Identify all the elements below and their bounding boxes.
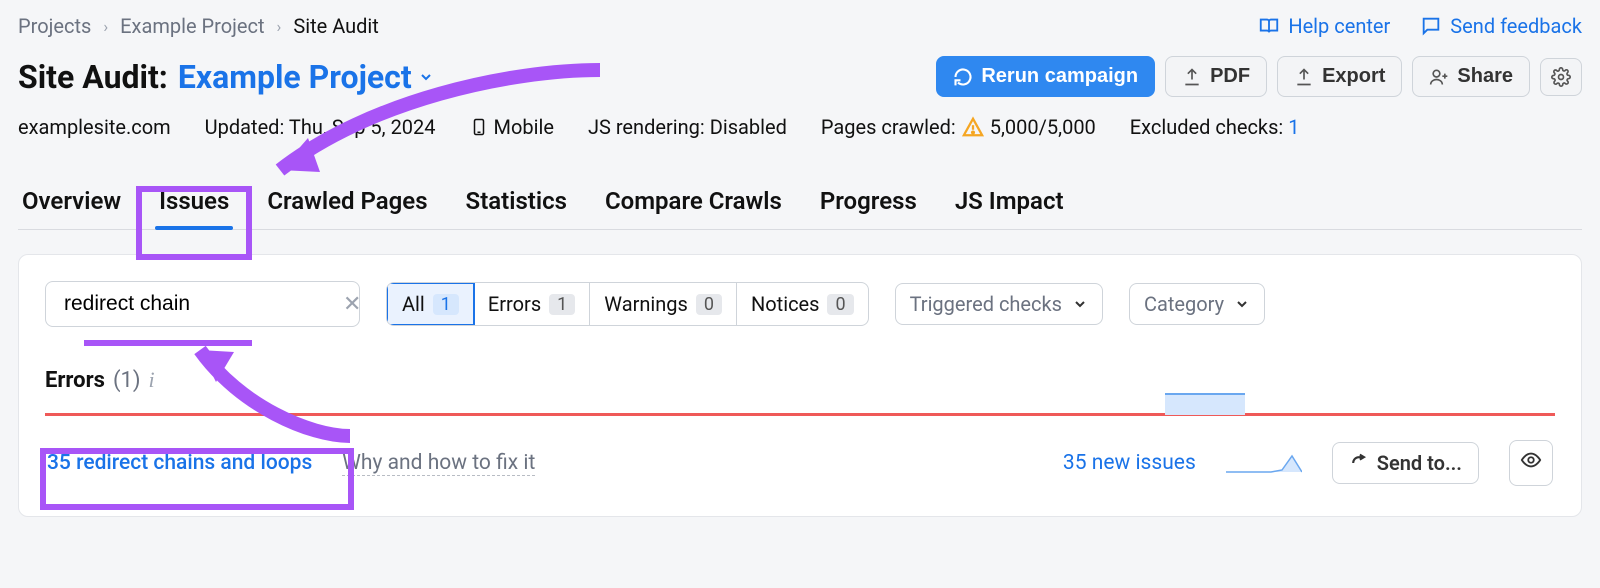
tab-progress[interactable]: Progress [816,179,921,229]
add-user-icon [1429,67,1449,87]
tab-compare-crawls[interactable]: Compare Crawls [601,179,786,229]
filter-warnings[interactable]: Warnings 0 [590,283,737,325]
gear-icon [1551,67,1571,87]
filter-all-label: All [402,292,425,316]
updated-label: Updated: [205,115,285,139]
errors-trend-sparkline [1165,393,1245,415]
book-icon [1258,15,1280,37]
warning-icon [962,116,984,138]
updated-value: Thu, Sep 5, 2024 [289,115,436,139]
chevron-down-icon [1072,296,1088,312]
send-to-button[interactable]: Send to... [1332,442,1479,484]
rerun-label: Rerun campaign [981,65,1138,88]
pdf-label: PDF [1210,65,1250,88]
tab-overview[interactable]: Overview [18,179,125,229]
chevron-down-icon [1234,296,1250,312]
breadcrumb-projects[interactable]: Projects [18,14,91,38]
filter-notices-label: Notices [751,292,819,316]
filter-errors[interactable]: Errors 1 [474,283,590,325]
filter-all[interactable]: All 1 [386,282,475,326]
help-center-label: Help center [1288,14,1390,38]
filter-warnings-count: 0 [696,294,722,315]
arrow-icon [1349,453,1369,473]
meta-row: examplesite.com Updated: Thu, Sep 5, 202… [18,115,1582,139]
filter-errors-count: 1 [549,294,575,315]
page-title: Site Audit: [18,58,168,96]
new-issues-link[interactable]: 35 new issues [1063,451,1196,475]
refresh-icon [953,67,973,87]
search-input[interactable] [64,292,335,316]
project-dropdown[interactable]: Example Project [178,58,434,96]
tab-js-impact[interactable]: JS Impact [951,179,1068,229]
filter-notices[interactable]: Notices 0 [737,283,868,325]
send-to-label: Send to... [1377,451,1462,475]
issue-link[interactable]: 35 redirect chains and loops [47,451,312,475]
breadcrumb-project[interactable]: Example Project [120,14,264,38]
project-name: Example Project [178,58,412,96]
chevron-right-icon: › [277,17,282,36]
export-label: Export [1322,65,1385,88]
info-icon[interactable]: i [149,367,155,393]
filter-all-count: 1 [433,294,459,315]
settings-button[interactable] [1540,58,1582,96]
chat-icon [1420,15,1442,37]
js-label: JS rendering: [588,115,705,139]
issues-panel: ✕ All 1 Errors 1 Warnings 0 Notices 0 Tr… [18,254,1582,517]
hide-issue-button[interactable] [1509,440,1553,486]
tab-issues[interactable]: Issues [155,179,233,229]
share-label: Share [1457,65,1513,88]
tabs: Overview Issues Crawled Pages Statistics… [18,179,1582,230]
share-button[interactable]: Share [1412,56,1530,97]
upload-icon [1294,67,1314,87]
filter-notices-count: 0 [827,294,853,315]
eye-icon [1520,449,1542,471]
filter-errors-label: Errors [488,292,541,316]
chevron-right-icon: › [103,17,108,36]
domain-text: examplesite.com [18,115,171,139]
breadcrumb: Projects › Example Project › Site Audit [18,14,379,38]
mobile-icon [470,116,488,138]
help-center-link[interactable]: Help center [1258,14,1390,38]
excluded-label: Excluded checks: [1130,115,1283,139]
errors-section-label: Errors [45,368,105,393]
device-text: Mobile [494,115,554,139]
js-value: Disabled [710,115,787,139]
breadcrumb-current: Site Audit [293,14,379,38]
send-feedback-label: Send feedback [1450,14,1582,38]
crawled-value: 5,000/5,000 [990,115,1096,139]
tab-statistics[interactable]: Statistics [462,179,571,229]
rerun-campaign-button[interactable]: Rerun campaign [936,56,1155,97]
category-label: Category [1144,292,1224,316]
triggered-checks-dropdown[interactable]: Triggered checks [895,283,1103,325]
upload-icon [1182,67,1202,87]
errors-section-count: (1) [113,368,141,393]
issue-sparkline [1226,450,1302,476]
crawled-label: Pages crawled: [821,115,956,139]
send-feedback-link[interactable]: Send feedback [1420,14,1582,38]
tab-crawled-pages[interactable]: Crawled Pages [263,179,431,229]
pdf-button[interactable]: PDF [1165,56,1267,97]
clear-search-button[interactable]: ✕ [343,292,361,317]
triggered-label: Triggered checks [910,292,1062,316]
filter-warnings-label: Warnings [604,292,688,316]
severity-filter: All 1 Errors 1 Warnings 0 Notices 0 [386,282,869,326]
issue-row: 35 redirect chains and loops Why and how… [45,416,1555,496]
why-fix-link[interactable]: Why and how to fix it [342,451,535,476]
search-box: ✕ [45,281,360,327]
chevron-down-icon [418,69,434,85]
excluded-value[interactable]: 1 [1288,115,1299,139]
category-dropdown[interactable]: Category [1129,283,1265,325]
export-button[interactable]: Export [1277,56,1402,97]
